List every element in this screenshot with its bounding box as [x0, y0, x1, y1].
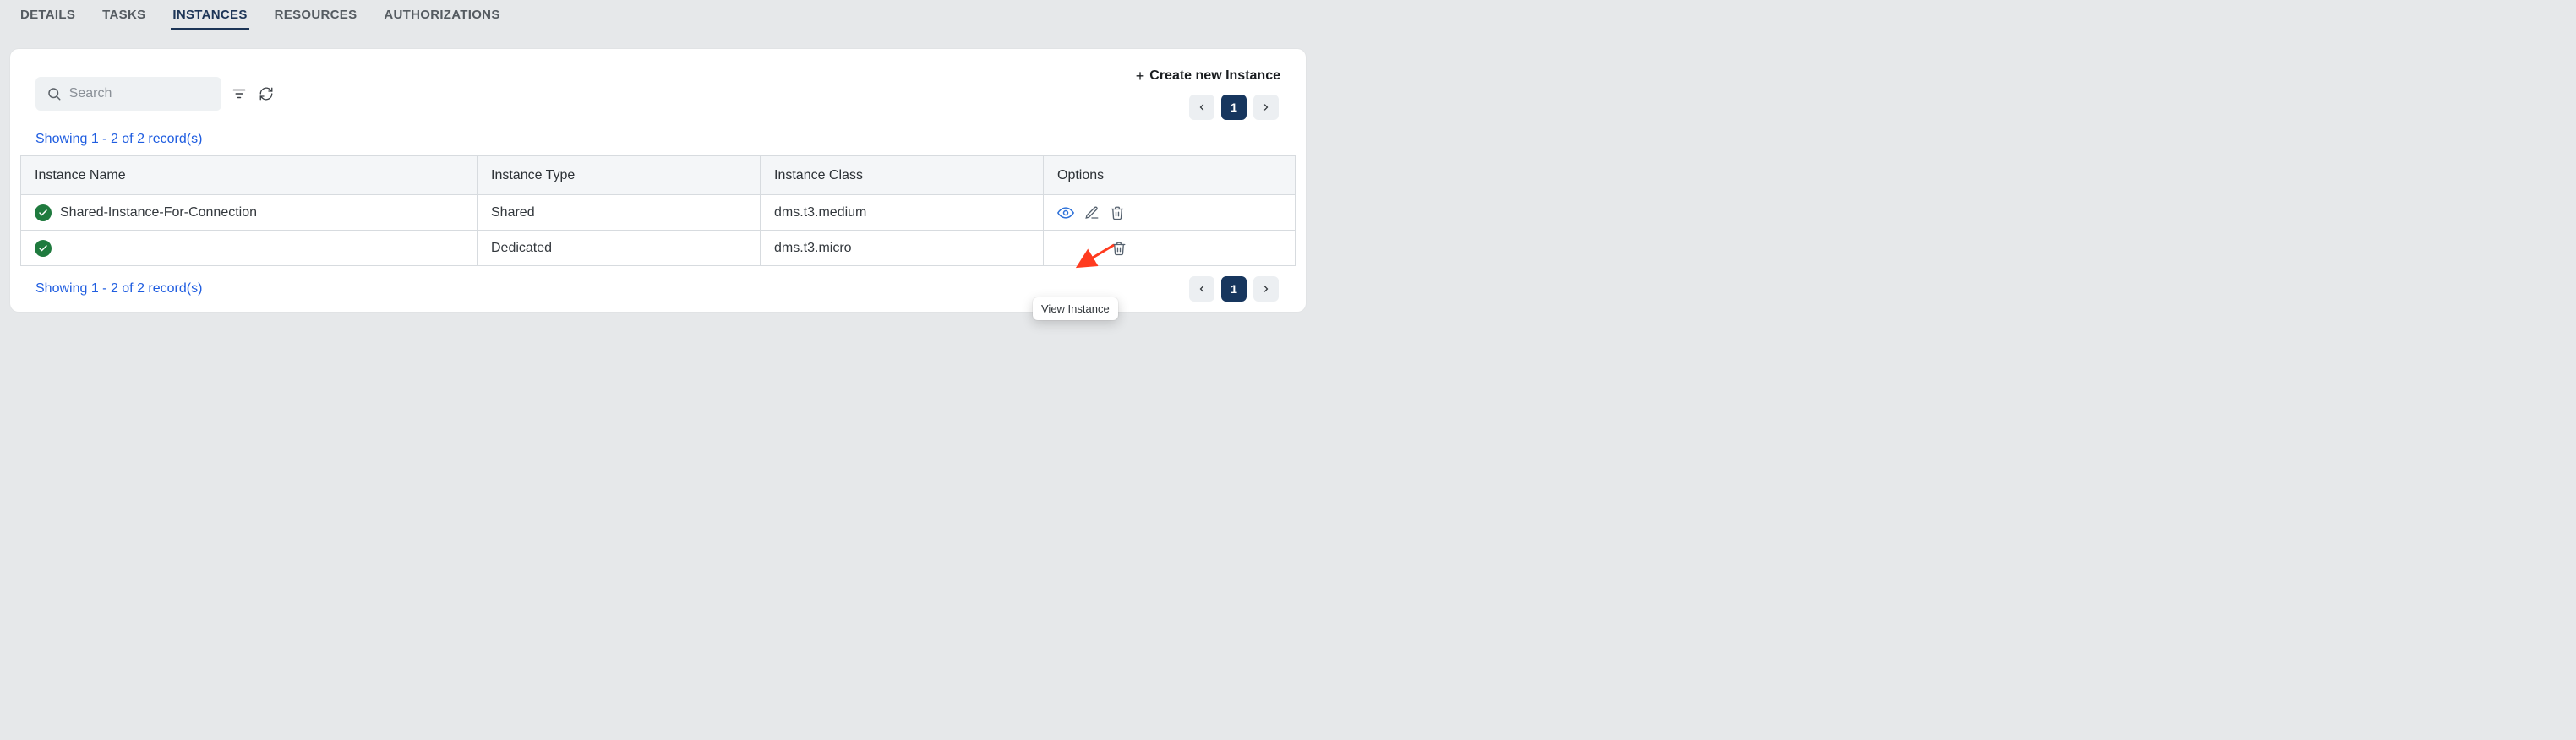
search-input[interactable]	[63, 85, 211, 102]
table-row: Shared-Instance-For-Connection Shared dm…	[21, 195, 1296, 231]
col-instance-type: Instance Type	[478, 156, 761, 195]
page-prev-button[interactable]	[1189, 95, 1214, 120]
tab-instances[interactable]: INSTANCES	[171, 8, 248, 30]
search-box	[35, 77, 221, 111]
search-icon	[46, 84, 63, 103]
filter-icon[interactable]	[230, 84, 248, 103]
table-row: Dedicated dms.t3.micro	[21, 231, 1296, 266]
status-ok-icon	[35, 204, 52, 221]
create-instance-button[interactable]: + Create new Instance	[1131, 68, 1285, 84]
delete-icon[interactable]	[1111, 241, 1127, 256]
tab-details[interactable]: DETAILS	[19, 8, 77, 30]
pagination-top: 1	[1189, 95, 1279, 120]
col-instance-class: Instance Class	[761, 156, 1044, 195]
refresh-icon[interactable]	[257, 84, 276, 103]
page-prev-button[interactable]	[1189, 276, 1214, 302]
instance-class: dms.t3.medium	[761, 195, 1044, 231]
page-number-1[interactable]: 1	[1221, 276, 1247, 302]
tab-authorizations[interactable]: AUTHORIZATIONS	[382, 8, 501, 30]
create-instance-label: Create new Instance	[1149, 68, 1280, 84]
instances-table: Instance Name Instance Type Instance Cla…	[20, 155, 1296, 266]
delete-icon[interactable]	[1110, 205, 1125, 220]
table-header-row: Instance Name Instance Type Instance Cla…	[21, 156, 1296, 195]
instances-card: + Create new Instance 1 Showing 1 - 2 of…	[10, 49, 1306, 312]
page-next-button[interactable]	[1253, 95, 1279, 120]
page-next-button[interactable]	[1253, 276, 1279, 302]
view-icon[interactable]	[1057, 204, 1074, 221]
instance-type: Shared	[478, 195, 761, 231]
records-summary-top: Showing 1 - 2 of 2 record(s)	[10, 120, 1306, 155]
status-ok-icon	[35, 240, 52, 257]
instance-class: dms.t3.micro	[761, 231, 1044, 266]
plus-icon: +	[1136, 68, 1145, 84]
instance-name: Shared-Instance-For-Connection	[60, 205, 257, 220]
pagination-bottom: 1	[1189, 276, 1279, 302]
view-instance-tooltip: View Instance	[1033, 297, 1118, 320]
col-instance-name: Instance Name	[21, 156, 478, 195]
tab-bar: DETAILS TASKS INSTANCES RESOURCES AUTHOR…	[0, 0, 1316, 30]
col-options: Options	[1044, 156, 1296, 195]
tab-tasks[interactable]: TASKS	[101, 8, 147, 30]
edit-icon[interactable]	[1084, 205, 1100, 220]
page-number-1[interactable]: 1	[1221, 95, 1247, 120]
instance-type: Dedicated	[478, 231, 761, 266]
tab-resources[interactable]: RESOURCES	[273, 8, 359, 30]
records-summary-bottom: Showing 1 - 2 of 2 record(s)	[35, 281, 202, 297]
